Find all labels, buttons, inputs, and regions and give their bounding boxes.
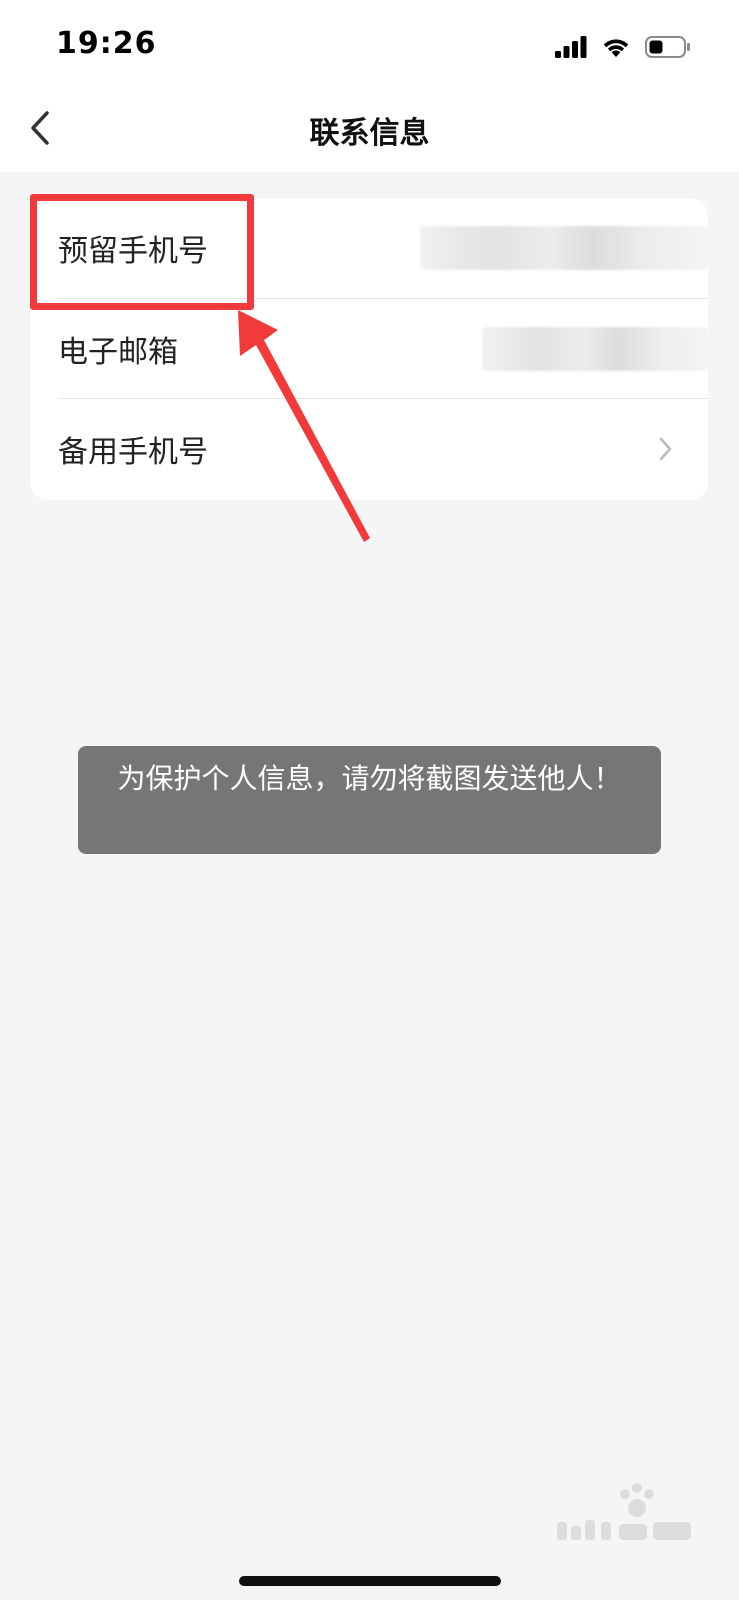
baidu-watermark-icon bbox=[557, 1483, 691, 1540]
page-title: 联系信息 bbox=[309, 116, 430, 151]
chevron-right-icon bbox=[659, 437, 672, 461]
redacted-value bbox=[482, 327, 708, 371]
wifi-icon bbox=[603, 39, 629, 57]
list-item-label: 备用手机号 bbox=[58, 435, 208, 470]
signal-icon bbox=[555, 36, 587, 58]
annotation-arrow-icon bbox=[238, 310, 370, 542]
header: 19:26 联系信息 bbox=[0, 0, 739, 172]
list-item-label: 电子邮箱 bbox=[58, 335, 178, 370]
annotation-highlight-box bbox=[30, 194, 254, 310]
redacted-value bbox=[420, 226, 708, 270]
battery-icon bbox=[645, 36, 690, 58]
status-time: 19:26 bbox=[56, 26, 157, 61]
home-indicator bbox=[239, 1576, 501, 1586]
toast-message: 为保护个人信息，请勿将截图发送他人！ bbox=[78, 746, 661, 854]
contact-info-page: 19:26 联系信息 预留手机号 电子邮箱 备用手机号 为保护个人信息，请勿将截… bbox=[0, 0, 739, 1600]
status-icons bbox=[555, 32, 691, 62]
